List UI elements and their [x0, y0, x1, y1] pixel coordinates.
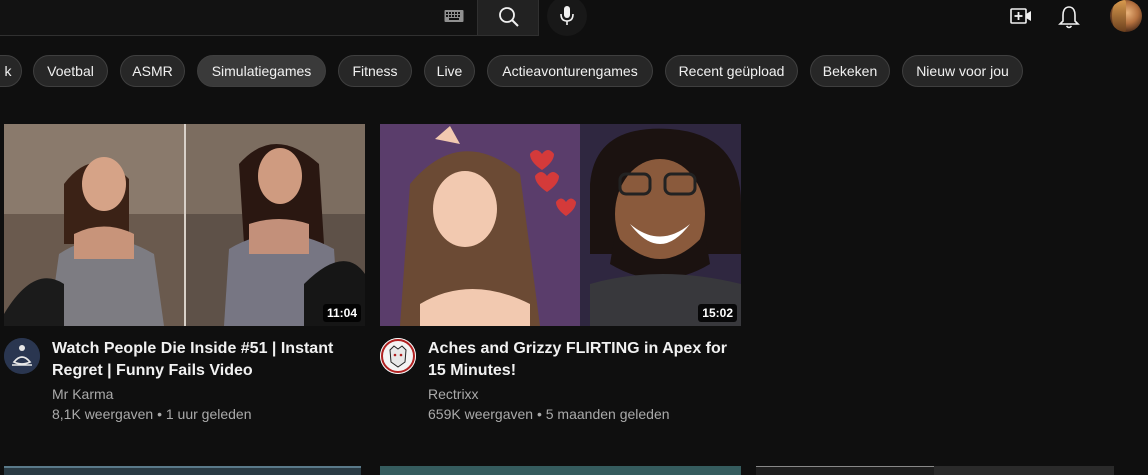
search-icon: [499, 7, 519, 27]
video-title[interactable]: Aches and Grizzy FLIRTING in Apex for 15…: [428, 338, 728, 382]
filter-chips-bar: k Voetbal ASMR Simulatiegames Fitness Li…: [0, 55, 1148, 88]
video-meta: 8,1K weergaven • 1 uur geleden: [52, 406, 252, 422]
search-button[interactable]: [477, 0, 539, 36]
video-thumbnail[interactable]: [934, 466, 1114, 475]
chip-simulatiegames[interactable]: Simulatiegames: [197, 55, 326, 87]
avatar[interactable]: [1110, 0, 1142, 32]
video-duration: 11:04: [322, 304, 361, 322]
video-thumbnail[interactable]: [756, 466, 934, 475]
video-duration: 15:02: [698, 304, 737, 322]
channel-avatar[interactable]: [380, 338, 416, 374]
channel-name[interactable]: Mr Karma: [52, 386, 113, 402]
video-meta: 659K weergaven • 5 maanden geleden: [428, 406, 670, 422]
channel-avatar[interactable]: [4, 338, 40, 374]
keyboard-icon[interactable]: [444, 9, 464, 23]
create-icon[interactable]: [1010, 6, 1032, 31]
thumbnail-image: [380, 124, 741, 326]
chip-nieuw-voor-jou[interactable]: Nieuw voor jou: [902, 55, 1023, 87]
video-thumbnail[interactable]: [4, 466, 361, 475]
bell-icon[interactable]: [1058, 5, 1080, 34]
channel-name[interactable]: Rectrixx: [428, 386, 479, 402]
chip-voetbal[interactable]: Voetbal: [33, 55, 108, 87]
video-thumbnail[interactable]: 11:04: [4, 124, 365, 326]
search-input[interactable]: [0, 0, 478, 36]
mic-icon: [560, 6, 574, 25]
chip-live[interactable]: Live: [424, 55, 475, 87]
chip-k[interactable]: k: [0, 55, 22, 87]
chip-bekeken[interactable]: Bekeken: [810, 55, 890, 87]
chip-asmr[interactable]: ASMR: [120, 55, 185, 87]
chip-recent-geupload[interactable]: Recent geüpload: [665, 55, 798, 87]
voice-search-button[interactable]: [547, 0, 587, 36]
chip-actieavonturengames[interactable]: Actieavonturengames: [487, 55, 653, 87]
bear-logo-icon: [380, 338, 416, 374]
video-thumbnail[interactable]: [380, 466, 741, 475]
video-title[interactable]: Watch People Die Inside #51 | Instant Re…: [52, 338, 352, 382]
masthead: [0, 0, 1148, 40]
thumbnail-image: [4, 124, 365, 326]
video-thumbnail[interactable]: 15:02: [380, 124, 741, 326]
chip-fitness[interactable]: Fitness: [338, 55, 412, 87]
meditation-logo-icon: [4, 338, 40, 374]
